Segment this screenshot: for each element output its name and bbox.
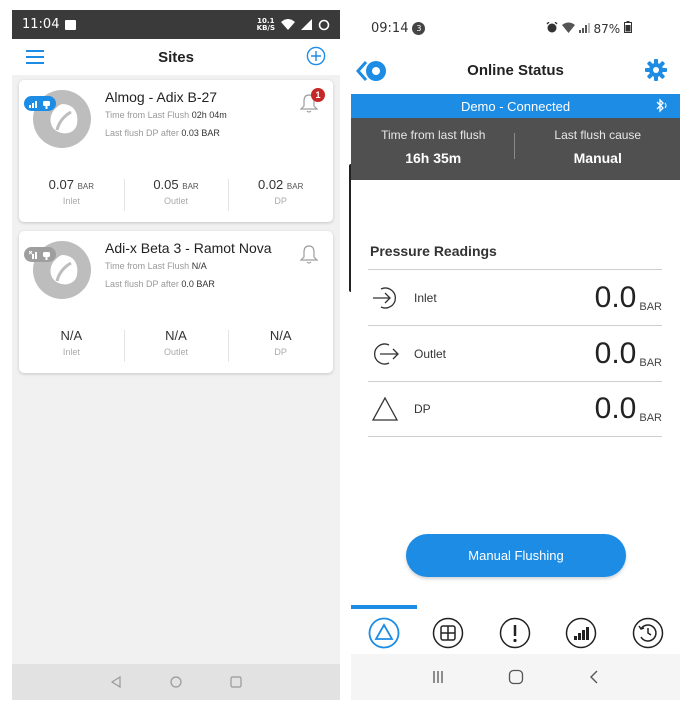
add-site-icon[interactable] [306, 46, 326, 66]
signal-icon [301, 19, 312, 30]
stat-outlet: 0.05 BAR Outlet [123, 177, 229, 211]
last-flush-cause: Last flush cause Manual [554, 128, 642, 166]
stat-inlet: N/A Inlet [60, 328, 83, 357]
back-nav-icon[interactable] [588, 670, 600, 684]
bluetooth-icon [656, 98, 667, 113]
triangle-icon [371, 396, 399, 421]
pressure-stats: N/A Inlet N/A Outlet N/A DP [19, 328, 333, 362]
system-nav-bar [351, 654, 680, 700]
app-bar: Sites [12, 39, 340, 75]
last-flush-time: Time from Last Flush 02h 04m [105, 110, 227, 120]
pressure-row-inlet: Inlet 0.0 BAR [368, 269, 662, 325]
last-flush-panel: Time from last flush 16h 35m Last flush … [351, 118, 680, 180]
pressure-row-dp: DP 0.0 BAR [368, 381, 662, 437]
signal-tab-icon[interactable] [565, 617, 597, 649]
signal-icon [578, 23, 590, 33]
back-arrow-icon[interactable] [356, 57, 390, 85]
history-tab-icon[interactable] [632, 617, 664, 649]
no-signal-icon [28, 250, 37, 259]
site-card[interactable]: Almog - Adix B-27 Time from Last Flush 0… [19, 80, 333, 222]
wifi-icon [561, 22, 575, 33]
alert-tab-icon[interactable] [499, 617, 531, 649]
home-nav-icon[interactable] [170, 676, 182, 688]
inlet-arrow-icon [373, 286, 397, 309]
page-title: Sites [158, 48, 194, 66]
site-card[interactable]: Adi-x Beta 3 - Ramot Nova Time from Last… [19, 231, 333, 373]
divider [514, 133, 515, 159]
stat-dp: 0.02 BAR DP [228, 177, 333, 211]
stat-outlet: N/A Outlet [123, 328, 229, 362]
page-title: Online Status [467, 62, 564, 79]
status-time: 09:14 [371, 21, 409, 36]
grid-tab-icon[interactable] [432, 617, 464, 649]
system-nav-bar [12, 664, 340, 700]
manual-flushing-button[interactable]: Manual Flushing [406, 534, 626, 577]
bell-icon[interactable] [299, 243, 319, 265]
status-time: 11:04 [22, 17, 60, 32]
pressure-readings-title: Pressure Readings [370, 243, 497, 259]
wifi-icon [281, 19, 295, 30]
outlet-value: 0.0 [594, 336, 637, 370]
bottom-tab-bar [351, 605, 680, 656]
recents-nav-icon[interactable] [431, 670, 445, 684]
plug-icon [43, 100, 51, 109]
connection-status: Demo - Connected [460, 98, 571, 114]
connection-badge [24, 247, 56, 262]
network-rate: 10.1 KB/S [256, 16, 275, 32]
circle-status-icon [318, 19, 330, 30]
last-flush-dp: Last flush DP after 0.03 BAR [105, 128, 220, 138]
home-nav-icon[interactable] [508, 669, 524, 685]
connection-banner: Demo - Connected [351, 94, 680, 118]
pressure-stats: 0.07 BAR Inlet 0.05 BAR Outlet 0.02 BAR DP [19, 177, 333, 211]
stat-inlet: 0.07 BAR Inlet [48, 177, 95, 206]
menu-icon[interactable] [26, 50, 44, 64]
battery-percent: 87% [593, 22, 621, 36]
online-status-screen: 09:14 3 87% Online Status Demo - Connect… [351, 10, 680, 700]
last-flush-dp: Last flush DP after 0.0 BAR [105, 279, 215, 289]
active-tab-indicator [351, 605, 417, 609]
inlet-value: 0.0 [594, 280, 637, 314]
outlet-arrow-icon [373, 342, 399, 365]
status-indicators: 87% [546, 21, 632, 36]
connection-badge [24, 96, 56, 111]
status-bar: 11:04 10.1 KB/S [12, 10, 340, 39]
site-name: Adi-x Beta 3 - Ramot Nova [105, 240, 272, 256]
back-nav-icon[interactable] [110, 676, 122, 688]
sites-screen: 11:04 10.1 KB/S Sites Almog - Adix B-27 [12, 10, 340, 700]
time-from-last-flush: Time from last flush 16h 35m [381, 128, 486, 166]
stat-dp: N/A DP [228, 328, 333, 362]
pressure-row-outlet: Outlet 0.0 BAR [368, 325, 662, 381]
battery-icon [624, 21, 632, 33]
recents-nav-icon[interactable] [230, 676, 242, 688]
image-notification-icon [65, 19, 77, 30]
alarm-icon [546, 21, 558, 33]
app-bar: Online Status [351, 47, 680, 94]
notification-count: 1 [311, 88, 325, 102]
status-bar: 09:14 3 87% [351, 10, 680, 47]
signal-bars-icon [28, 100, 37, 108]
notification-count-icon: 3 [412, 22, 426, 35]
last-flush-time: Time from Last Flush N/A [105, 261, 207, 271]
settings-gear-icon[interactable] [645, 59, 667, 81]
site-name: Almog - Adix B-27 [105, 89, 218, 105]
dp-value: 0.0 [594, 392, 637, 425]
plug-icon [43, 251, 51, 260]
triangle-tab-icon[interactable] [368, 617, 400, 649]
